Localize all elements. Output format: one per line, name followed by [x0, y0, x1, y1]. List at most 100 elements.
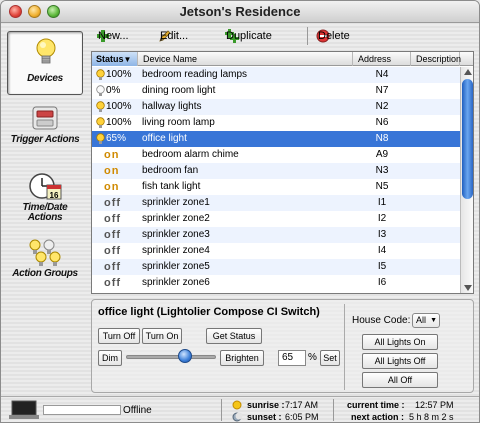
table-row[interactable]: off sprinkler zone1 I1 [92, 195, 460, 211]
turn-off-button[interactable]: Turn Off [98, 328, 140, 344]
device-address: N8 [375, 133, 389, 144]
device-name: bedroom alarm chime [142, 149, 239, 160]
column-header-device-name[interactable]: Device Name [139, 52, 353, 66]
current-time-label: current time : [347, 400, 405, 410]
table-row[interactable]: 0% dining room light N7 [92, 83, 460, 99]
device-status: off [104, 197, 122, 209]
chevron-down-icon: ▼ [430, 317, 437, 324]
device-name: dining room light [142, 85, 216, 96]
connection-progress-bar [43, 405, 121, 415]
sidebar-label-devices: Devices [27, 73, 63, 84]
scroll-up-arrow-icon[interactable] [464, 69, 472, 75]
sort-descending-icon: ▼ [123, 55, 132, 64]
device-description [412, 83, 460, 99]
house-code-label: House Code: [352, 315, 411, 326]
device-status: off [104, 229, 122, 241]
device-description [412, 99, 460, 115]
device-status: off [104, 277, 122, 289]
column-header-address[interactable]: Address [354, 52, 411, 66]
sunset-label: sunset : [247, 412, 282, 422]
column-header-description[interactable]: Description [412, 52, 461, 66]
device-name: fish tank light [142, 181, 201, 192]
vertical-scrollbar[interactable] [460, 67, 473, 293]
percent-label: % [308, 352, 317, 363]
sidebar-item-time-date-actions[interactable]: 16 Time/Date Actions [7, 167, 83, 231]
all-lights-off-button[interactable]: All Lights Off [362, 353, 438, 369]
device-name: hallway lights [142, 101, 202, 112]
brightness-slider-track[interactable] [126, 355, 216, 359]
set-button[interactable]: Set [320, 350, 340, 366]
dim-button[interactable]: Dim [98, 350, 122, 366]
device-name: sprinkler zone3 [142, 229, 210, 240]
status-percent: 100% [106, 69, 132, 80]
lightbulb-icon [36, 38, 56, 64]
bulb-on-icon [96, 133, 105, 144]
table-row[interactable]: off sprinkler zone5 I5 [92, 259, 460, 275]
bulb-on-icon [96, 101, 105, 112]
status-percent: 100% [106, 101, 132, 112]
device-address: I2 [377, 213, 387, 224]
device-description [412, 275, 460, 291]
new-button[interactable]: New... [95, 27, 129, 45]
duplicate-button[interactable]: Duplicate [223, 27, 272, 45]
device-description [412, 179, 460, 195]
table-row[interactable]: on bedroom alarm chime A9 [92, 147, 460, 163]
sunrise-label: sunrise : [247, 400, 285, 410]
device-control-panel: office light (Lightolier Compose CI Swit… [91, 299, 474, 393]
brightness-slider-knob[interactable] [177, 349, 192, 363]
all-off-button[interactable]: All Off [362, 372, 438, 388]
edit-button[interactable]: Edit... [157, 27, 188, 45]
column-header-status[interactable]: Status▼ [92, 52, 138, 66]
device-address: N5 [375, 181, 389, 192]
toolbar: New... Edit... Duplicate Delete [91, 25, 477, 47]
device-status: off [104, 261, 122, 273]
panel-divider [344, 304, 345, 390]
device-status: off [104, 245, 122, 257]
turn-on-button[interactable]: Turn On [142, 328, 182, 344]
device-name: office light [142, 133, 187, 144]
table-row[interactable]: off sprinkler zone3 I3 [92, 227, 460, 243]
all-lights-on-button[interactable]: All Lights On [362, 334, 438, 350]
device-name: sprinkler zone6 [142, 277, 210, 288]
table-row[interactable]: on bedroom fan N3 [92, 163, 460, 179]
table-row[interactable]: 65% office light N8 [92, 131, 460, 147]
scroll-down-arrow-icon[interactable] [464, 285, 472, 291]
brightness-level-field[interactable]: 65 [278, 350, 306, 366]
delete-button[interactable]: Delete [315, 27, 350, 45]
bulb-group-icon [29, 239, 61, 266]
device-status: off [104, 213, 122, 225]
table-row[interactable]: off sprinkler zone6 I6 [92, 275, 460, 291]
get-status-button[interactable]: Get Status [206, 328, 262, 344]
table-row[interactable]: on fish tank light N5 [92, 179, 460, 195]
toolbar-divider [307, 27, 308, 45]
sunrise-value: 7:17 AM [285, 400, 319, 410]
table-row[interactable]: off sprinkler zone2 I2 [92, 211, 460, 227]
device-address: N2 [375, 101, 389, 112]
device-name: bedroom fan [142, 165, 199, 176]
device-description [412, 147, 460, 163]
table-row[interactable]: 100% bedroom reading lamps N4 [92, 67, 460, 83]
device-address: A9 [375, 149, 389, 160]
device-address: I5 [377, 261, 387, 272]
table-row[interactable]: off sprinkler zone4 I4 [92, 243, 460, 259]
svg-text:16: 16 [50, 191, 59, 200]
device-status: on [104, 149, 120, 161]
device-description [412, 67, 460, 83]
scroll-thumb[interactable] [462, 79, 473, 199]
device-address: N6 [375, 117, 389, 128]
device-description [412, 163, 460, 179]
house-code-select[interactable]: All ▼ [412, 313, 440, 328]
status-percent: 0% [106, 85, 121, 96]
sidebar-item-devices[interactable]: Devices [7, 31, 83, 95]
sidebar-item-trigger-actions[interactable]: Trigger Actions [7, 99, 83, 163]
brighten-button[interactable]: Brighten [220, 350, 264, 366]
duplicate-button-label: Duplicate [226, 30, 272, 42]
device-status: 65% [92, 131, 138, 147]
table-row[interactable]: 100% living room lamp N6 [92, 115, 460, 131]
sidebar-item-action-groups[interactable]: Action Groups [7, 233, 83, 297]
device-status: 100% [92, 67, 138, 83]
table-row[interactable]: 100% hallway lights N2 [92, 99, 460, 115]
device-address: I3 [377, 229, 387, 240]
device-status: 0% [92, 83, 138, 99]
bulb-on-icon [96, 69, 105, 80]
